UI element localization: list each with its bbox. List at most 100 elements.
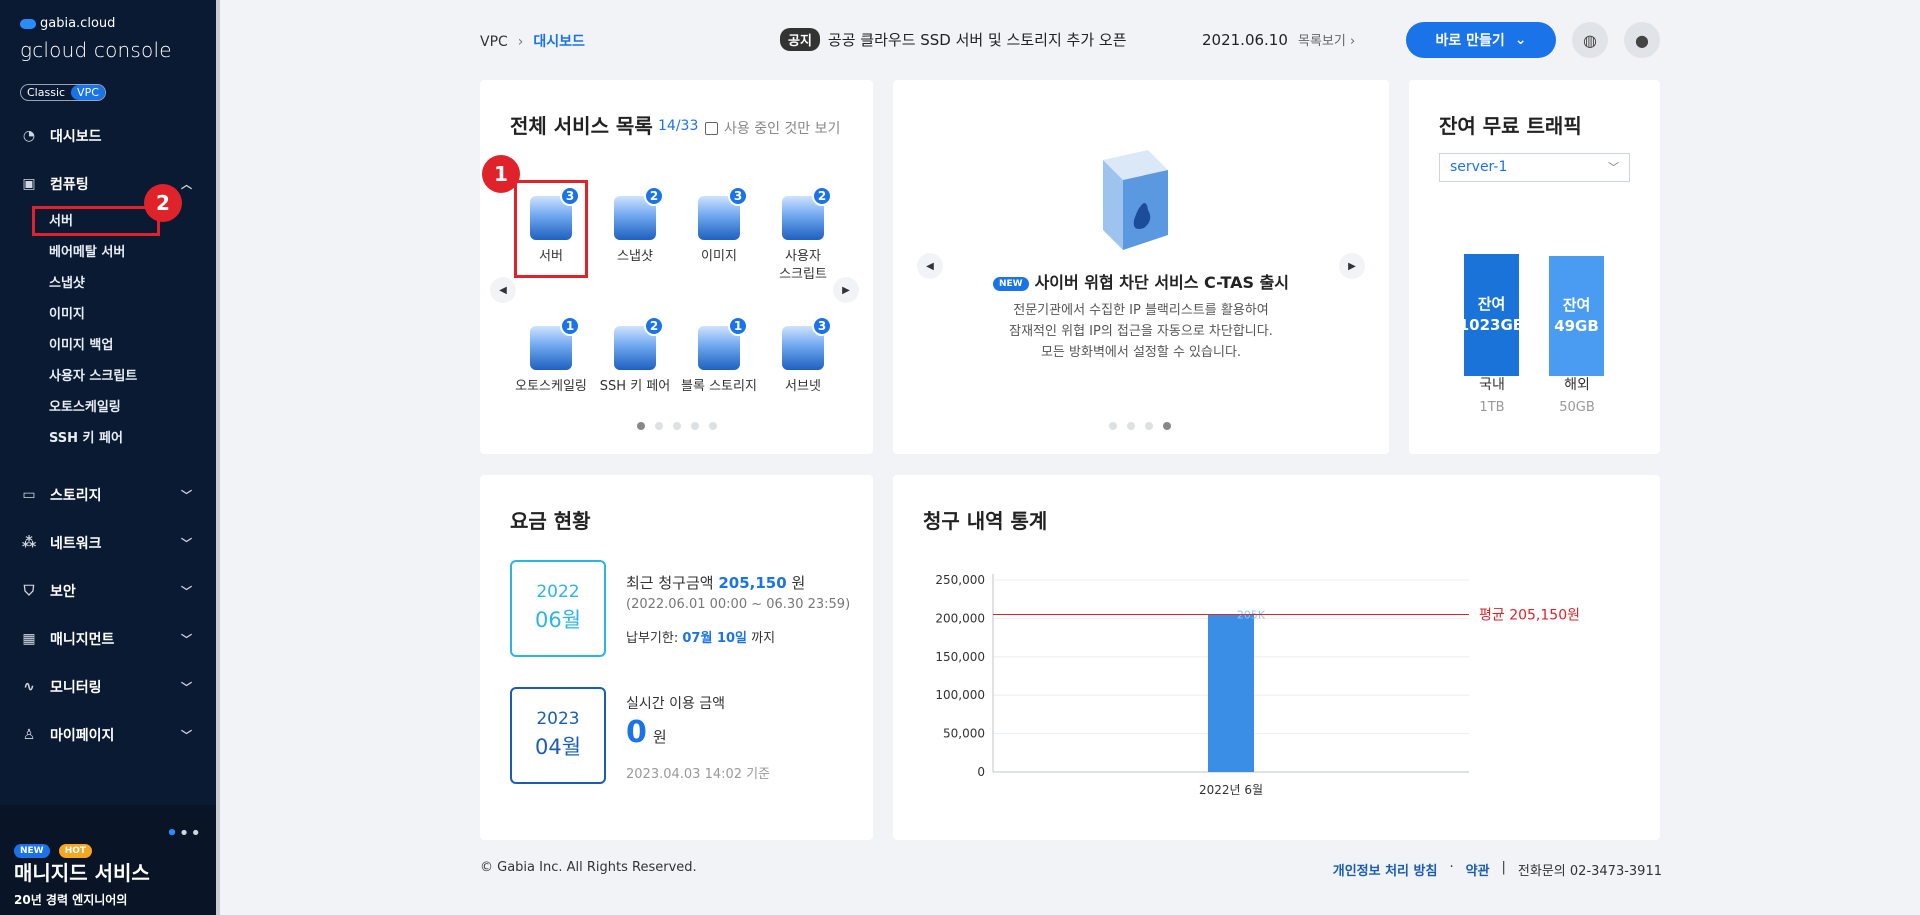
service-image[interactable]: 3 이미지 [678, 186, 760, 266]
footer-divider: | [1501, 860, 1506, 875]
service-ssh-keypair[interactable]: 2 SSH 키 페어 [594, 316, 676, 396]
services-title: 전체 서비스 목록 [510, 114, 653, 138]
nav-mypage[interactable]: ♙ 마이페이지 ﹀ [0, 723, 216, 747]
snapshot-icon: 2 [610, 186, 664, 244]
quick-create-button[interactable]: 바로 만들기 ⌄ [1406, 22, 1556, 58]
breadcrumb-current: 대시보드 [533, 34, 585, 50]
only-in-use-checkbox[interactable] [705, 121, 718, 135]
step-marker-2: 2 [144, 184, 182, 222]
promo-banner[interactable]: ••• NEW HOT 매니지드 서비스 20년 경력 엔지니어의 [0, 805, 216, 915]
firewall-wall-icon [1103, 150, 1168, 250]
services-prev-button[interactable]: ◀ [490, 277, 516, 303]
service-user-script[interactable]: 2 사용자 스크립트 [762, 186, 844, 284]
pager-dot[interactable] [691, 422, 699, 430]
pager-dot[interactable] [1145, 422, 1153, 430]
phone-number: 02-3473-3911 [1569, 864, 1662, 879]
services-pager[interactable] [637, 422, 717, 430]
pager-dot[interactable] [1109, 422, 1117, 430]
server-select[interactable]: server-1 ﹀ [1439, 153, 1630, 182]
breadcrumb-root[interactable]: VPC [480, 34, 508, 50]
promo-desc: 20년 경력 엔지니어의 [14, 893, 128, 907]
pager-dot[interactable] [637, 422, 645, 430]
only-in-use-label: 사용 중인 것만 보기 [724, 121, 841, 137]
service-count-badge: 3 [560, 186, 580, 206]
due-date: 07월 10일 [682, 631, 748, 646]
news-line: 잠재적인 위협 IP의 접근을 자동으로 차단합니다. [1009, 324, 1273, 339]
y-tick-label: 100,000 [935, 688, 985, 702]
due-label: 납부기한: [626, 631, 679, 646]
pager-dot[interactable] [1127, 422, 1135, 430]
sidebar-scrollbar[interactable] [216, 0, 220, 915]
news-title-text: 사이버 위협 차단 서비스 C-TAS 출시 [1034, 273, 1290, 292]
nav-storage[interactable]: ▭ 스토리지 ﹀ [0, 483, 216, 507]
news-new-badge: NEW [992, 276, 1029, 291]
realtime-date: 2023 04월 [510, 687, 606, 784]
news-card[interactable]: ◀ ▶ NEW 사이버 위협 차단 서비스 C-TAS 출시 전문기관에서 수집한… [893, 80, 1389, 454]
service-subnet[interactable]: 3 서브넷 [762, 316, 844, 396]
notice-date: 2021.06.10 [1202, 30, 1288, 49]
chevron-down-icon: ﹀ [181, 681, 192, 694]
service-label: SSH 키 페어 [599, 379, 671, 394]
pager-dot[interactable] [655, 422, 663, 430]
y-tick-label: 50,000 [943, 727, 985, 741]
brand-small-text: gabia.cloud [40, 16, 116, 31]
sidebar-item-snapshot[interactable]: 스냅샷 [49, 272, 85, 291]
recent-bill-amount: 최근 청구금액 205,150 원 [626, 572, 805, 593]
promo-badge-new: NEW [14, 844, 50, 858]
realtime-basis: 2023.04.03 14:02 기준 [626, 767, 771, 782]
sidebar-item-autoscaling[interactable]: 오토스케일링 [49, 396, 121, 415]
nav-computing[interactable]: ▣ 컴퓨팅 ︿ [0, 172, 216, 196]
chevron-right-icon: › [1349, 34, 1356, 49]
pager-dot[interactable] [673, 422, 681, 430]
billing-stats-chart: 250,000 200,000 150,000 100,000 50,000 0 205K 2… [935, 573, 1580, 797]
bar-line2: 49GB [1554, 317, 1599, 335]
news-headline[interactable]: NEW 사이버 위협 차단 서비스 C-TAS 출시 [893, 269, 1389, 293]
pager-dot[interactable] [1163, 422, 1171, 430]
nav-dashboard[interactable]: ◔ 대시보드 [0, 124, 216, 148]
chat-button[interactable]: ◍ [1572, 22, 1608, 58]
promo-pager-dots[interactable]: ••• [166, 823, 202, 844]
realtime-unit: 원 [652, 728, 667, 746]
chat-bubble-icon: ◍ [1583, 30, 1597, 50]
terms-link[interactable]: 약관 [1466, 860, 1490, 879]
realtime-label: 실시간 이용 금액 [626, 696, 726, 712]
only-in-use-toggle[interactable]: 사용 중인 것만 보기 [705, 118, 840, 138]
sidebar-item-ssh-keypair[interactable]: SSH 키 페어 [49, 427, 123, 446]
billing-title: 요금 현황 [510, 509, 591, 533]
network-icon: ⁂ [21, 535, 37, 551]
nav-management-label: 매니지먼트 [50, 632, 115, 648]
chart-bar [1208, 614, 1254, 772]
service-server[interactable]: 3 서버 [510, 186, 592, 266]
toggle-vpc[interactable]: VPC [71, 85, 105, 100]
notice-bar[interactable]: 공지 공공 클라우드 SSD 서버 및 스토리지 추가 오픈 2021.06.1… [780, 28, 1355, 51]
sidebar-item-image-backup[interactable]: 이미지 백업 [49, 334, 113, 353]
service-autoscaling[interactable]: 1 오토스케일링 [510, 316, 592, 396]
profile-button[interactable]: ● [1624, 22, 1660, 58]
classic-vpc-toggle[interactable]: Classic VPC [20, 84, 106, 101]
user-icon: ♙ [22, 727, 36, 743]
notice-list-link[interactable]: 목록보기 › [1298, 30, 1378, 49]
pager-dot[interactable] [709, 422, 717, 430]
notice-text[interactable]: 공공 클라우드 SSD 서버 및 스토리지 추가 오픈 [828, 29, 1127, 50]
y-tick-label: 200,000 [935, 611, 985, 625]
toggle-classic[interactable]: Classic [21, 85, 71, 100]
brand-logo[interactable]: gabia.cloud [20, 16, 115, 31]
nav-management[interactable]: ▦ 매니지먼트 ﹀ [0, 627, 216, 651]
nav-security[interactable]: ⛉ 보안 ﹀ [0, 579, 216, 603]
sidebar-item-user-script[interactable]: 사용자 스크립트 [49, 365, 137, 384]
nav-network[interactable]: ⁂ 네트워크 ﹀ [0, 531, 216, 555]
recent-bill-period: (2022.06.01 00:00 ~ 06.30 23:59) [626, 597, 851, 612]
sidebar-item-baremetal[interactable]: 베어메탈 서버 [49, 241, 125, 260]
nav-monitoring[interactable]: ∿ 모니터링 ﹀ [0, 675, 216, 699]
sidebar-item-image[interactable]: 이미지 [49, 303, 85, 322]
brand-title[interactable]: gcloud console [20, 38, 172, 62]
realtime-value: 0 [626, 715, 647, 750]
realtime-year: 2023 [536, 709, 580, 729]
privacy-link[interactable]: 개인정보 처리 방침 [1333, 860, 1438, 879]
pulse-icon: ∿ [23, 679, 35, 695]
recent-bill-year: 2022 [536, 582, 580, 602]
news-pager[interactable] [1109, 422, 1171, 430]
realtime-month: 04월 [534, 735, 582, 759]
service-snapshot[interactable]: 2 스냅샷 [594, 186, 676, 266]
service-block-storage[interactable]: 1 블록 스토리지 [678, 316, 760, 396]
